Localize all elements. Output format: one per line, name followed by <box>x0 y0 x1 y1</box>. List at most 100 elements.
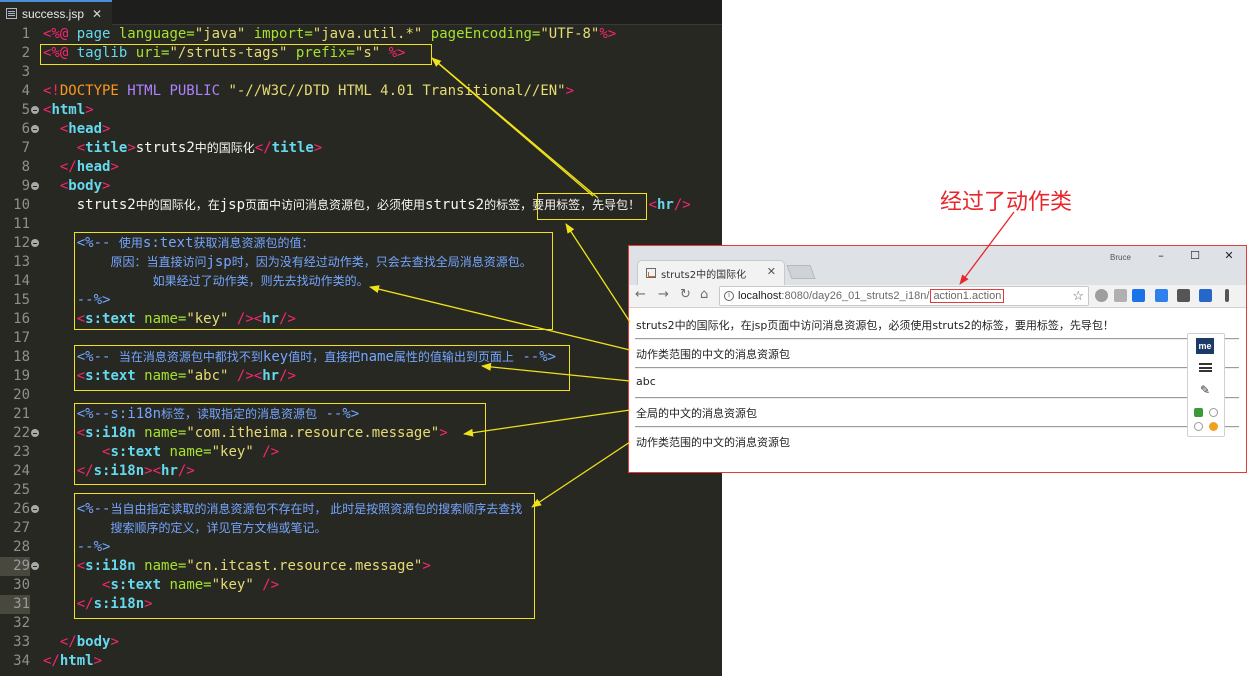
code-line[interactable]: 5 <html> <box>0 101 722 120</box>
code-line[interactable]: 1 <%@ page language="java" import="java.u… <box>0 25 722 44</box>
extension-icon-1[interactable] <box>1095 289 1108 302</box>
new-tab-button[interactable] <box>786 265 816 279</box>
horizontal-rule <box>635 338 1239 340</box>
code-line[interactable]: 4 <!DOCTYPE HTML PUBLIC "-//W3C//DTD HTML… <box>0 82 722 101</box>
menu-icon[interactable] <box>1199 363 1212 372</box>
code-token: </ <box>76 596 94 612</box>
code-line[interactable]: 28 --%> <box>0 538 722 557</box>
code-line[interactable]: 16 <s:text name="key" /><hr/> <box>0 310 722 329</box>
code-line[interactable]: 13 原因：当直接访问jsp时，因为没有经过动作类，只会去查找全局消息资源包。 <box>0 253 722 272</box>
address-bar[interactable]: i localhost :8080/day26_01_struts2_i18n/… <box>719 286 1089 306</box>
extension-icon-5[interactable] <box>1177 289 1190 302</box>
info-small-icon[interactable] <box>1194 422 1203 431</box>
code-token: <! <box>43 83 60 99</box>
code-token: s:i18n <box>85 558 145 574</box>
magic-wand-icon[interactable]: ✎ <box>1200 383 1210 397</box>
code-line[interactable]: 7 <title>struts2中的国际化</title> <box>0 139 722 158</box>
site-info-icon[interactable]: i <box>724 291 734 301</box>
code-line[interactable]: 24 </s:i18n><hr/> <box>0 462 722 481</box>
extension-icon-4[interactable] <box>1155 289 1168 302</box>
code-line[interactable]: 30 <s:text name="key" /> <box>0 576 722 595</box>
fold-toggle-icon[interactable] <box>31 562 39 570</box>
code-token: < <box>76 368 86 384</box>
fold-toggle-icon[interactable] <box>31 505 39 513</box>
line-number: 13 <box>13 254 30 270</box>
fold-toggle-icon[interactable] <box>31 125 39 133</box>
code-line[interactable]: 26 <%--当自由指定读取的消息资源包不存在时， 此时是按照资源包的搜索顺序去… <box>0 500 722 519</box>
content-line-2: 动作类范围的中文的消息资源包 <box>636 348 790 361</box>
back-icon[interactable]: ← <box>635 287 646 302</box>
code-text: 原因：当直接访问jsp时，因为没有经过动作类，只会去查找全局消息资源包。 <box>43 253 531 272</box>
code-token: <%--s:i18n <box>76 406 162 422</box>
code-line[interactable]: 19 <s:text name="abc" /><hr/> <box>0 367 722 386</box>
editor-tab-success-jsp[interactable]: success.jsp ✕ <box>0 0 112 25</box>
cast-icon[interactable] <box>1194 408 1203 417</box>
extension-icon-3[interactable] <box>1132 289 1145 302</box>
extension-icon-2[interactable] <box>1114 289 1127 302</box>
window-close-button[interactable]: ✕ <box>1214 249 1244 265</box>
maximize-button[interactable]: ☐ <box>1180 249 1210 265</box>
code-line[interactable]: 3 <box>0 63 722 82</box>
bookmark-star-icon[interactable]: ☆ <box>1072 288 1084 304</box>
code-token: /> <box>279 311 296 327</box>
profile-name[interactable]: Bruce <box>1110 253 1131 262</box>
code-line[interactable]: 2 <%@ taglib uri="/struts-tags" prefix="s… <box>0 44 722 63</box>
code-token: /> <box>673 197 691 213</box>
code-token: s:i18n <box>93 596 145 612</box>
code-text: <%-- 使用s:text获取消息资源包的值： <box>43 234 314 253</box>
minimize-button[interactable]: – <box>1146 249 1176 265</box>
code-line[interactable]: 23 <s:text name="key" /> <box>0 443 722 462</box>
horizontal-rule <box>635 397 1239 399</box>
code-line[interactable]: 27 搜索顺序的定义，详见官方文档或笔记。 <box>0 519 722 538</box>
code-token: 值时，直接把 <box>288 350 361 364</box>
code-line[interactable]: 9 <body> <box>0 177 722 196</box>
refresh-small-icon[interactable] <box>1209 408 1218 417</box>
fold-toggle-icon[interactable] <box>31 239 39 247</box>
extension-icon-6[interactable] <box>1199 289 1212 302</box>
code-text: </head> <box>43 158 119 177</box>
code-line[interactable]: 29 <s:i18n name="cn.itcast.resource.mess… <box>0 557 722 576</box>
code-line[interactable]: 17 <box>0 329 722 348</box>
code-token: head <box>68 121 103 137</box>
code-token: > <box>127 140 136 156</box>
code-token: 当在消息资源包中都找不到 <box>118 350 263 364</box>
code-line[interactable]: 34 </html> <box>0 652 722 671</box>
code-line[interactable]: 21 <%--s:i18n标签，读取指定的消息资源包 --%> <box>0 405 722 424</box>
code-line[interactable]: 12 <%-- 使用s:text获取消息资源包的值： <box>0 234 722 253</box>
eye-icon[interactable] <box>1209 422 1218 431</box>
code-token: body <box>68 178 103 194</box>
fold-toggle-icon[interactable] <box>31 106 39 114</box>
code-line[interactable]: 32 <box>0 614 722 633</box>
browser-tab[interactable]: struts2中的国际化 ✕ <box>637 260 785 285</box>
code-token: 获取消息资源包的值： <box>193 236 314 250</box>
code-line[interactable]: 20 <box>0 386 722 405</box>
line-number: 33 <box>13 634 30 650</box>
reload-icon[interactable]: ↻ <box>680 287 691 302</box>
code-area[interactable]: 1 <%@ page language="java" import="java.u… <box>0 25 722 671</box>
fold-toggle-icon[interactable] <box>31 182 39 190</box>
code-line[interactable]: 10 struts2中的国际化，在jsp页面中访问消息资源包，必须使用strut… <box>0 196 722 215</box>
code-text: <%-- 当在消息资源包中都找不到key值时，直接把name属性的值输出到页面上… <box>43 348 556 367</box>
code-line[interactable]: 8 </head> <box>0 158 722 177</box>
code-line[interactable]: 6 <head> <box>0 120 722 139</box>
code-line[interactable]: 31 </s:i18n> <box>0 595 722 614</box>
fold-toggle-icon[interactable] <box>31 429 39 437</box>
code-line[interactable]: 15 --%> <box>0 291 722 310</box>
line-number: 16 <box>13 311 30 327</box>
code-line[interactable]: 18 <%-- 当在消息资源包中都找不到key值时，直接把name属性的值输出到… <box>0 348 722 367</box>
code-line[interactable]: 14 如果经过了动作类，则先去找动作类的。 <box>0 272 722 291</box>
home-icon[interactable]: ⌂ <box>700 287 708 302</box>
tab-close-icon[interactable]: ✕ <box>767 265 776 278</box>
code-line[interactable]: 33 </body> <box>0 633 722 652</box>
forward-icon[interactable]: → <box>658 287 669 302</box>
code-line[interactable]: 25 <box>0 481 722 500</box>
code-line[interactable]: 11 <box>0 215 722 234</box>
me-extension-icon[interactable]: me <box>1196 338 1214 354</box>
code-token: /> <box>262 577 280 593</box>
chrome-menu-icon[interactable] <box>1225 289 1229 302</box>
close-icon[interactable]: ✕ <box>92 7 102 21</box>
code-text: <body> <box>43 177 111 196</box>
code-line[interactable]: 22 <s:i18n name="com.itheima.resource.me… <box>0 424 722 443</box>
